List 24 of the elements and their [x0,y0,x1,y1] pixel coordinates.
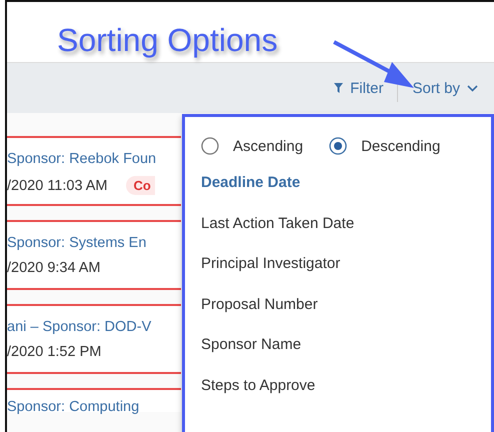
sort-field-option[interactable]: Proposal Number [201,284,475,325]
proposal-row[interactable]: Sponsor: Computing [7,388,181,412]
proposal-row[interactable]: Sponsor: Systems En /2020 9:34 AM [7,220,181,290]
row-date: /2020 1:52 PM [7,344,102,360]
sort-field-option[interactable]: Steps to Approve [201,366,475,406]
sort-field-option[interactable]: Principal Investigator [201,244,475,284]
proposal-row[interactable]: Sponsor: Reebok Foun /2020 11:03 AM Co [7,136,181,206]
status-badge: Co [126,176,155,195]
caret-icon [467,84,478,92]
annotation-label: Sorting Options [57,22,278,59]
row-title: Sponsor: Systems En [7,234,148,252]
proposal-row[interactable]: ani – Sponsor: DOD-V /2020 1:52 PM [7,304,181,374]
sort-order-radio[interactable]: Ascending [201,137,304,155]
row-title: Sponsor: Reebok Foun [7,150,158,168]
filter-icon [334,83,344,93]
sort-by-button[interactable]: Sort by [404,76,486,100]
row-title: ani – Sponsor: DOD-V [7,318,152,336]
sort-field-option[interactable]: Sponsor Name [201,325,475,366]
filter-button[interactable]: Filter [326,76,392,100]
row-date: /2020 11:03 AM [7,178,108,194]
row-date: /2020 9:34 AM [7,260,101,276]
sort-field-option[interactable]: Last Action Taken Date [201,204,475,244]
sort-field-option[interactable]: Deadline Date [201,163,475,204]
sort-order-radio[interactable]: Descending [329,137,440,155]
